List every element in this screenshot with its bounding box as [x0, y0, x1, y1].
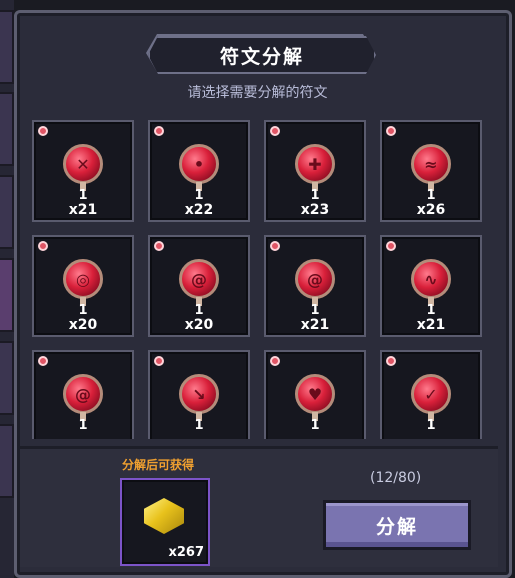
gold-ore-icon — [144, 498, 184, 534]
rune-glyph: ✕ — [76, 154, 90, 174]
rune-level: 1 — [78, 418, 88, 433]
rune-badge-icon — [154, 126, 164, 136]
rune-slot[interactable]: ≈1 x26 — [380, 120, 482, 222]
rune-icon: ✚ — [295, 144, 335, 184]
rune-slot[interactable]: ✚ 1 x23 — [264, 120, 366, 222]
rune-badge-icon — [38, 126, 48, 136]
side-tab-3[interactable] — [0, 175, 14, 249]
rune-icon: ✓ — [411, 374, 451, 414]
rune-badge-icon — [270, 126, 280, 136]
rune-count: x23 — [300, 202, 330, 218]
rune-level: 1 — [310, 303, 320, 318]
panel-subtitle: 请选择需要分解的符文 — [187, 85, 328, 101]
rune-capacity: (12/80) — [370, 470, 422, 486]
rune-icon: @ — [295, 259, 335, 299]
rune-slot[interactable]: ◎ 1 x20 — [32, 235, 134, 337]
rune-slot[interactable]: @1 x20 — [148, 235, 250, 337]
rune-level: 1 — [426, 188, 436, 203]
rune-count: x26 — [416, 202, 446, 218]
rune-icon: @ — [63, 374, 103, 414]
rune-icon: ◎ — [63, 259, 103, 299]
rune-glyph: @ — [75, 384, 91, 404]
side-tab-2[interactable] — [0, 92, 14, 166]
rune-slot[interactable]: ♥ 1 — [264, 350, 366, 439]
rune-icon: ♥ — [295, 374, 335, 414]
rune-glyph: ∿ — [424, 269, 438, 289]
rune-slot[interactable]: @1 — [32, 350, 134, 439]
rune-badge-icon — [386, 126, 396, 136]
panel-title: 符文分解 — [148, 36, 376, 74]
rune-glyph: ♥ — [307, 384, 323, 404]
rune-count: x21 — [300, 317, 330, 333]
rune-icon: ↘ — [179, 374, 219, 414]
rune-slot[interactable]: • 1 x22 — [148, 120, 250, 222]
rune-badge-icon — [270, 356, 280, 366]
side-tab-1[interactable] — [0, 10, 14, 84]
rune-slot[interactable]: ✕ 1 x21 — [32, 120, 134, 222]
rune-slot[interactable]: @1 x21 — [264, 235, 366, 337]
rune-count: x21 — [68, 202, 98, 218]
reward-count: x267 — [168, 545, 204, 560]
decompose-button[interactable]: 分解 — [323, 500, 471, 550]
rune-glyph: ✓ — [424, 384, 438, 404]
rune-slot[interactable]: ✓ 1 — [380, 350, 482, 439]
rune-badge-icon — [154, 241, 164, 251]
rune-icon: ✕ — [63, 144, 103, 184]
side-tab-5[interactable] — [0, 341, 14, 415]
reward-slot: x267 — [120, 478, 210, 566]
rune-glyph: ✚ — [308, 154, 322, 174]
rune-glyph: @ — [307, 269, 323, 289]
rune-level: 1 — [194, 418, 204, 433]
rune-slot[interactable]: ∿ 1 x21 — [380, 235, 482, 337]
rune-badge-icon — [154, 356, 164, 366]
rune-count: x22 — [184, 202, 214, 218]
rune-glyph: ↘ — [192, 384, 206, 404]
rune-level: 1 — [426, 418, 436, 433]
rune-grid: ✕ 1 x21 • 1 x22 ✚ 1 x23 ≈1 x26 ◎ 1 x20 @1 x20 @1 x21 ∿ 1 x21… — [32, 116, 488, 439]
rune-glyph: • — [193, 154, 205, 174]
rune-count: x20 — [68, 317, 98, 333]
rune-count: x20 — [184, 317, 214, 333]
rune-icon: ∿ — [411, 259, 451, 299]
rune-level: 1 — [310, 188, 320, 203]
side-tab-4[interactable] — [0, 258, 14, 332]
rune-glyph: ◎ — [76, 269, 90, 289]
rune-level: 1 — [78, 188, 88, 203]
rune-badge-icon — [386, 241, 396, 251]
rune-glyph: @ — [191, 269, 207, 289]
rune-badge-icon — [270, 241, 280, 251]
rune-count: x21 — [416, 317, 446, 333]
rune-badge-icon — [38, 241, 48, 251]
rune-level: 1 — [194, 188, 204, 203]
rune-glyph: ≈ — [424, 154, 438, 174]
rune-slot[interactable]: ↘ 1 — [148, 350, 250, 439]
rune-level: 1 — [78, 303, 88, 318]
rune-icon: @ — [179, 259, 219, 299]
rune-icon: • — [179, 144, 219, 184]
rune-icon: ≈ — [411, 144, 451, 184]
rune-level: 1 — [310, 418, 320, 433]
rune-level: 1 — [194, 303, 204, 318]
reward-label: 分解后可获得 — [122, 458, 195, 472]
rune-badge-icon — [386, 356, 396, 366]
rune-level: 1 — [426, 303, 436, 318]
side-tab-6[interactable] — [0, 424, 14, 498]
rune-badge-icon — [38, 356, 48, 366]
